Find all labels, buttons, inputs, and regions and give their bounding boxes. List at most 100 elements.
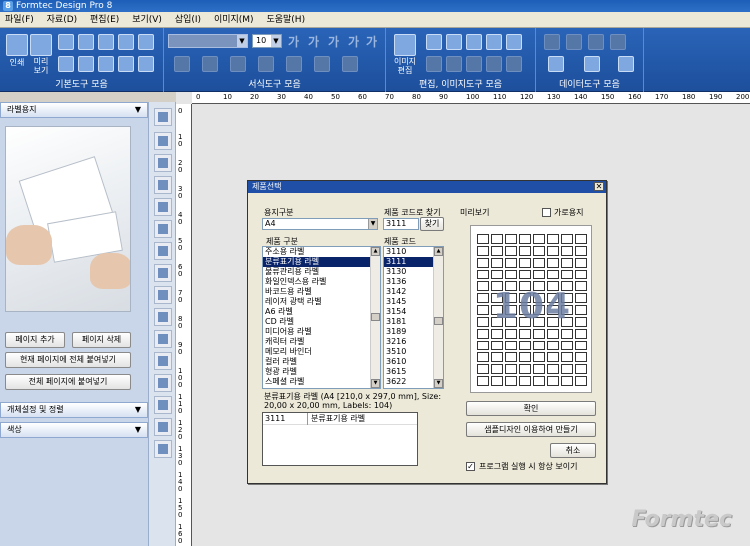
product-type-item[interactable]: 주소용 라벨 <box>263 247 380 257</box>
text-art-icon[interactable] <box>154 374 172 392</box>
menu-data[interactable]: 자료(D) <box>42 12 83 28</box>
rectangle-tool-icon[interactable] <box>154 352 172 370</box>
strike-icon[interactable]: 가 <box>348 33 359 50</box>
zoom-in-icon[interactable] <box>98 56 114 72</box>
serial-barcode-icon[interactable] <box>154 264 172 282</box>
distribute-icon[interactable] <box>342 56 358 72</box>
ellipse-tool-icon[interactable] <box>154 308 172 326</box>
align-center-icon[interactable] <box>202 56 218 72</box>
print-icon[interactable] <box>6 34 28 56</box>
preview-icon[interactable] <box>30 34 52 56</box>
scroll-thumb[interactable] <box>434 317 443 325</box>
table-tool-icon[interactable] <box>154 330 172 348</box>
product-type-item[interactable]: 화일인덱스용 라벨 <box>263 277 380 287</box>
data-icon-3[interactable] <box>588 34 604 50</box>
align-left-icon[interactable] <box>174 56 190 72</box>
bring-front-icon[interactable] <box>426 56 442 72</box>
menu-view[interactable]: 보기(V) <box>127 12 167 28</box>
barcode-icon[interactable] <box>154 242 172 260</box>
sample-design-button[interactable]: 샘플디자인 이용하여 만들기 <box>466 422 596 437</box>
layout-icon[interactable] <box>78 56 94 72</box>
product-type-item[interactable]: 형광 라벨 <box>263 367 380 377</box>
delete-page-button[interactable]: 페이지 삭제 <box>72 332 131 348</box>
font-size-select[interactable]: 10 ▼ <box>252 34 282 48</box>
align-bottom-icon[interactable] <box>314 56 330 72</box>
open-file-icon[interactable] <box>78 34 94 50</box>
cut-icon[interactable] <box>466 34 482 50</box>
object-settings-header[interactable]: 개체설정 및 정렬 ▼ <box>0 402 148 418</box>
product-type-item[interactable]: A6 라벨 <box>263 307 380 317</box>
refresh-icon[interactable] <box>118 34 134 50</box>
data-icon-1[interactable] <box>544 34 560 50</box>
image-edit-icon[interactable] <box>394 34 416 56</box>
product-type-item[interactable]: 캐릭터 라벨 <box>263 337 380 347</box>
product-type-item[interactable]: 바코드용 라벨 <box>263 287 380 297</box>
italic-icon[interactable]: 가 <box>308 33 319 50</box>
scroll-up-icon[interactable]: ▲ <box>371 247 380 256</box>
zoom-fit-icon[interactable] <box>138 56 154 72</box>
menu-insert[interactable]: 삽입(I) <box>170 12 206 28</box>
product-type-item[interactable]: CD 라벨 <box>263 317 380 327</box>
paper-type-select[interactable]: A4 ▼ <box>262 218 378 230</box>
scroll-up-icon[interactable]: ▲ <box>434 247 443 256</box>
find-button[interactable]: 찾기 <box>420 217 444 231</box>
show-on-start-checkbox[interactable]: ✓ <box>466 462 475 471</box>
align-top-icon[interactable] <box>258 56 274 72</box>
scroll-thumb[interactable] <box>371 313 380 321</box>
data-edit-icon[interactable] <box>548 56 564 72</box>
confirm-button[interactable]: 확인 <box>466 401 596 416</box>
data-db-icon[interactable] <box>584 56 600 72</box>
shadow-icon[interactable]: 가 <box>366 33 377 50</box>
product-type-item[interactable]: 물류관리용 라벨 <box>263 267 380 277</box>
save-icon[interactable] <box>98 34 114 50</box>
data-icon-4[interactable] <box>610 34 626 50</box>
data-search-icon[interactable] <box>618 56 634 72</box>
product-type-scrollbar[interactable]: ▲ ▼ <box>370 247 380 388</box>
underline-icon[interactable]: 가 <box>328 33 339 50</box>
scroll-down-icon[interactable]: ▼ <box>434 379 443 388</box>
delete-icon[interactable] <box>506 34 522 50</box>
align-right-icon[interactable] <box>230 56 246 72</box>
duplicate-icon[interactable] <box>486 34 502 50</box>
label-paper-header[interactable]: 라벨용지 ▼ <box>0 102 148 118</box>
table-row[interactable]: 3111 분류표기용 라벨 <box>263 413 417 425</box>
shape-tool-icon[interactable] <box>154 198 172 216</box>
line-tool-icon[interactable] <box>154 286 172 304</box>
align-middle-icon[interactable] <box>286 56 302 72</box>
select-pointer-icon[interactable] <box>154 108 172 126</box>
menu-edit[interactable]: 편집(E) <box>85 12 124 28</box>
new-page-icon[interactable] <box>58 56 74 72</box>
stamp-icon[interactable] <box>154 440 172 458</box>
copy-icon[interactable] <box>426 34 442 50</box>
find-code-input[interactable]: 3111 <box>383 218 419 230</box>
menu-help[interactable]: 도움말(H) <box>261 12 310 28</box>
group-icon[interactable] <box>506 56 522 72</box>
product-code-scrollbar[interactable]: ▲ ▼ <box>433 247 443 388</box>
vertical-text-icon[interactable] <box>154 176 172 194</box>
product-type-item[interactable]: 분류표기용 라벨 <box>263 257 380 267</box>
color-header[interactable]: 색상 ▼ <box>0 422 148 438</box>
menu-file[interactable]: 파일(F) <box>0 12 39 28</box>
menu-image[interactable]: 이미지(M) <box>209 12 259 28</box>
font-name-select[interactable]: ▼ <box>168 34 248 48</box>
product-type-item[interactable]: 컬러 라벨 <box>263 357 380 367</box>
clipart-icon[interactable] <box>154 396 172 414</box>
new-file-icon[interactable] <box>58 34 74 50</box>
product-code-list[interactable]: 3110 3111 3130 3136 3142 3145 3154 3181 3189 3216… <box>383 246 444 389</box>
product-type-item[interactable]: 메모리 바인더 <box>263 347 380 357</box>
export-icon[interactable] <box>138 34 154 50</box>
product-type-item[interactable]: 미디어용 라벨 <box>263 327 380 337</box>
scroll-down-icon[interactable]: ▼ <box>371 379 380 388</box>
image-tool-icon[interactable] <box>154 132 172 150</box>
text-tool-icon[interactable] <box>154 154 172 172</box>
flip-icon[interactable] <box>486 56 502 72</box>
send-back-icon[interactable] <box>446 56 462 72</box>
cancel-button[interactable]: 취소 <box>550 443 596 458</box>
picture-icon[interactable] <box>154 418 172 436</box>
close-icon[interactable]: ✕ <box>594 182 604 191</box>
landscape-checkbox[interactable] <box>542 208 551 217</box>
product-type-item[interactable]: 스페셜 라벨 <box>263 377 380 387</box>
paste-current-page-button[interactable]: 현재 페이지에 전체 붙여넣기 <box>5 352 131 368</box>
bold-icon[interactable]: 가 <box>288 33 299 50</box>
paste-icon[interactable] <box>446 34 462 50</box>
